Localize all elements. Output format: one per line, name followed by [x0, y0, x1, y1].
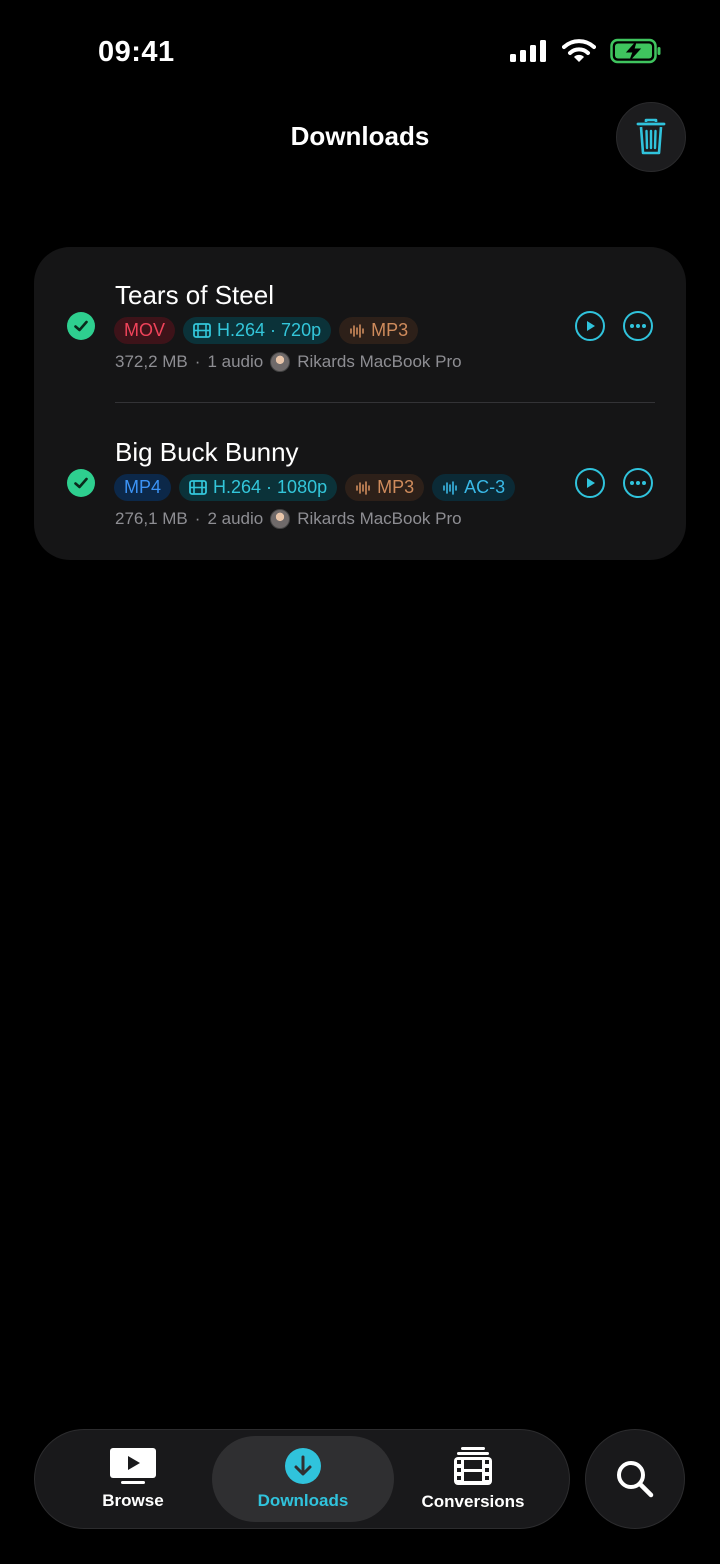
- audio-tag: MP3: [345, 474, 425, 501]
- status-icons: [508, 38, 662, 64]
- container-label: MP4: [124, 477, 162, 497]
- waveform-icon: [356, 480, 370, 495]
- device-name: Rikards MacBook Pro: [297, 352, 462, 371]
- tab-bar: Browse Downloads Conversions: [34, 1429, 570, 1529]
- item-meta: 372,2 MB · 1 audio Rikards MacBook Pro: [115, 352, 462, 372]
- container-tag: MP4: [114, 474, 172, 501]
- play-button[interactable]: [575, 311, 605, 341]
- download-icon: [285, 1448, 321, 1484]
- audio-label: AC-3: [464, 477, 506, 497]
- waveform-icon: [350, 323, 364, 338]
- video-tag: H.264 · 720p: [183, 317, 332, 344]
- play-icon: [587, 478, 595, 488]
- file-size: 276,1 MB: [115, 509, 188, 528]
- container-tag: MOV: [114, 317, 176, 344]
- divider: [115, 402, 655, 403]
- item-title: Tears of Steel: [115, 280, 274, 310]
- list-item[interactable]: Big Buck Bunny MP4 H.264 · 1080p MP3 AC-…: [34, 404, 686, 544]
- film-icon: [193, 323, 211, 338]
- separator: ·: [194, 509, 201, 528]
- status-time: 09:41: [98, 36, 175, 68]
- tab-conversions[interactable]: Conversions: [415, 1430, 531, 1528]
- trash-icon: [636, 118, 666, 155]
- video-label: H.264 · 1080p: [213, 477, 328, 497]
- audio-tag: MP3: [339, 317, 419, 344]
- tv-icon: [110, 1448, 156, 1484]
- search-button[interactable]: [585, 1429, 685, 1529]
- video-label: H.264 · 720p: [217, 320, 322, 340]
- avatar: [270, 509, 291, 529]
- wifi-icon: [562, 39, 596, 62]
- checkmark-icon: [67, 469, 95, 497]
- film-icon: [189, 480, 207, 495]
- list-item[interactable]: Tears of Steel MOV H.264 · 720p MP3 372,…: [34, 247, 686, 387]
- checkmark-icon: [67, 312, 95, 340]
- device-name: Rikards MacBook Pro: [297, 509, 462, 528]
- tab-conversions-label: Conversions: [421, 1492, 525, 1511]
- audio-count: 1 audio: [207, 352, 264, 371]
- item-title: Big Buck Bunny: [115, 437, 299, 467]
- audio-count: 2 audio: [207, 509, 264, 528]
- more-icon: [630, 481, 646, 485]
- battery-charging-icon: [610, 38, 661, 64]
- container-label: MOV: [124, 320, 166, 340]
- delete-all-button[interactable]: [616, 102, 686, 172]
- downloads-list: Tears of Steel MOV H.264 · 720p MP3 372,…: [34, 247, 686, 560]
- tab-browse-label: Browse: [102, 1491, 164, 1510]
- separator: ·: [194, 352, 201, 371]
- item-meta: 276,1 MB · 2 audio Rikards MacBook Pro: [115, 509, 462, 529]
- tag-list: MOV H.264 · 720p MP3: [114, 317, 419, 344]
- audio-label: MP3: [371, 320, 409, 340]
- audio-label: MP3: [377, 477, 415, 497]
- cellular-signal-icon: [510, 40, 546, 62]
- audio-tag: AC-3: [432, 474, 516, 501]
- more-button[interactable]: [623, 311, 653, 341]
- conversions-icon: [454, 1447, 492, 1485]
- avatar: [270, 352, 291, 372]
- more-icon: [630, 324, 646, 328]
- tab-downloads[interactable]: Downloads: [212, 1430, 394, 1528]
- tab-downloads-label: Downloads: [257, 1491, 349, 1510]
- tab-browse[interactable]: Browse: [75, 1430, 191, 1528]
- play-button[interactable]: [575, 468, 605, 498]
- play-icon: [587, 321, 595, 331]
- more-button[interactable]: [623, 468, 653, 498]
- search-icon: [617, 1461, 654, 1498]
- tag-list: MP4 H.264 · 1080p MP3 AC-3: [114, 474, 516, 501]
- video-tag: H.264 · 1080p: [179, 474, 338, 501]
- waveform-icon: [443, 480, 457, 495]
- page-title: Downloads: [290, 121, 430, 151]
- file-size: 372,2 MB: [115, 352, 188, 371]
